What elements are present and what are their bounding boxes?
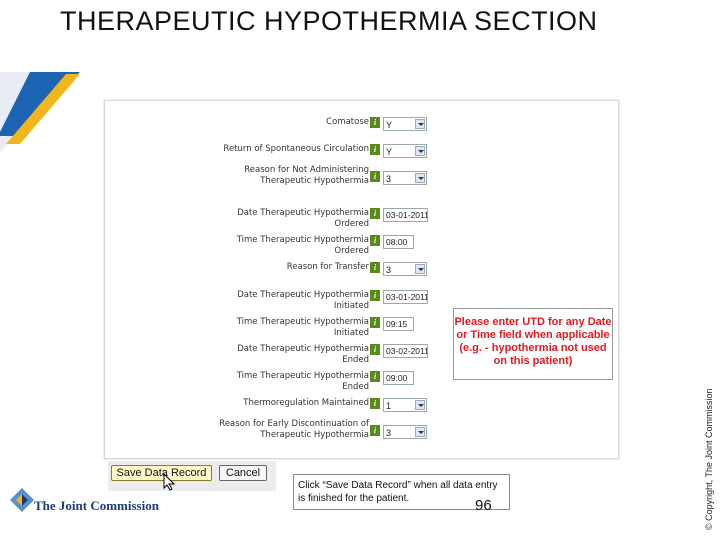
date-field[interactable]: 03-02-2011 xyxy=(383,344,428,358)
time-field[interactable]: 09:15 xyxy=(383,317,414,331)
select-value: 3 xyxy=(386,428,392,438)
mouse-cursor-icon xyxy=(163,473,175,491)
help-icon[interactable]: i xyxy=(370,171,380,182)
help-icon[interactable]: i xyxy=(370,290,380,301)
form-row: Thermoregulation Maintained i 1 xyxy=(105,392,435,416)
save-data-record-button[interactable]: Save Data Record xyxy=(111,465,212,481)
help-icon[interactable]: i xyxy=(370,371,380,382)
help-icon[interactable]: i xyxy=(370,317,380,328)
cancel-button[interactable]: Cancel xyxy=(219,465,267,481)
field-label: Date Therapeutic Hypothermia Ordered xyxy=(237,208,369,229)
help-icon[interactable]: i xyxy=(370,425,380,436)
joint-commission-logo-text: The Joint Commission xyxy=(34,498,159,513)
form-row: Time Therapeutic Hypothermia Ordered i 08:… xyxy=(105,229,435,256)
select-value: Y xyxy=(386,120,393,130)
form-row: Time Therapeutic Hypothermia Initiated i 0… xyxy=(105,311,435,338)
field-select[interactable]: 3 xyxy=(383,171,427,185)
select-value: Y xyxy=(386,147,393,157)
chevron-down-icon[interactable] xyxy=(415,427,425,437)
field-label: Date Therapeutic Hypothermia Initiated xyxy=(237,290,369,311)
time-field[interactable]: 08:00 xyxy=(383,235,414,249)
decorative-stripe xyxy=(0,72,80,152)
form-row: Comatose i Y xyxy=(105,111,435,135)
joint-commission-logo-icon xyxy=(10,488,34,512)
help-icon[interactable]: i xyxy=(370,208,380,219)
form-row: Date Therapeutic Hypothermia Initiated i 0… xyxy=(105,284,435,311)
field-select[interactable]: Y xyxy=(383,144,427,158)
field-label: Time Therapeutic Hypothermia Ordered xyxy=(236,235,369,256)
form-row: Date Therapeutic Hypothermia Ended i 03-02… xyxy=(105,338,435,365)
field-label: Reason for Early Discontinuation of Ther… xyxy=(219,419,369,440)
field-label: Reason for Transfer xyxy=(286,262,369,272)
chevron-down-icon[interactable] xyxy=(415,264,425,274)
copyright-note: © Copyright, The Joint Commission xyxy=(704,388,714,530)
field-label: Time Therapeutic Hypothermia Ended xyxy=(236,371,369,392)
date-field[interactable]: 03-01-2011 xyxy=(383,290,428,304)
field-label: Thermoregulation Maintained xyxy=(243,398,369,408)
select-value: 1 xyxy=(386,401,392,411)
field-select[interactable]: 3 xyxy=(383,425,427,439)
form-screenshot: Comatose i Y Return of Spontaneous Circulat… xyxy=(104,100,619,459)
field-label: Comatose xyxy=(326,117,369,127)
slide-title: THERAPEUTIC HYPOTHERMIA SECTION xyxy=(60,6,598,36)
help-icon[interactable]: i xyxy=(370,262,380,273)
help-icon[interactable]: i xyxy=(370,144,380,155)
date-field[interactable]: 03-01-2011 xyxy=(383,208,428,222)
form-row: Return of Spontaneous Circulation i Y xyxy=(105,138,435,162)
form-row: Reason for Not Administering Therapeutic… xyxy=(105,165,435,189)
field-label: Return of Spontaneous Circulation xyxy=(223,144,369,154)
help-icon[interactable]: i xyxy=(370,344,380,355)
time-field[interactable]: 09:00 xyxy=(383,371,414,385)
select-value: 3 xyxy=(386,174,392,184)
help-icon[interactable]: i xyxy=(370,398,380,409)
button-bar: Save Data Record Cancel xyxy=(108,461,276,491)
field-label: Time Therapeutic Hypothermia Initiated xyxy=(236,317,369,338)
field-label: Date Therapeutic Hypothermia Ended xyxy=(237,344,369,365)
help-icon[interactable]: i xyxy=(370,235,380,246)
field-select[interactable]: Y xyxy=(383,117,427,131)
form-row: Time Therapeutic Hypothermia Ended i 09:00 xyxy=(105,365,435,392)
field-select[interactable]: 1 xyxy=(383,398,427,412)
chevron-down-icon[interactable] xyxy=(415,400,425,410)
utd-notice: Please enter UTD for any Date or Time fi… xyxy=(453,308,613,380)
form-row: Date Therapeutic Hypothermia Ordered i 03-… xyxy=(105,202,435,229)
field-select[interactable]: 3 xyxy=(383,262,427,276)
chevron-down-icon[interactable] xyxy=(415,146,425,156)
slide-number: 96 xyxy=(475,497,492,514)
form-row: Reason for Transfer i 3 xyxy=(105,256,435,280)
chevron-down-icon[interactable] xyxy=(415,119,425,129)
chevron-down-icon[interactable] xyxy=(415,173,425,183)
select-value: 3 xyxy=(386,265,392,275)
form-row: Reason for Early Discontinuation of Ther… xyxy=(105,419,435,443)
help-icon[interactable]: i xyxy=(370,117,380,128)
field-label: Reason for Not Administering Therapeutic… xyxy=(244,165,369,186)
